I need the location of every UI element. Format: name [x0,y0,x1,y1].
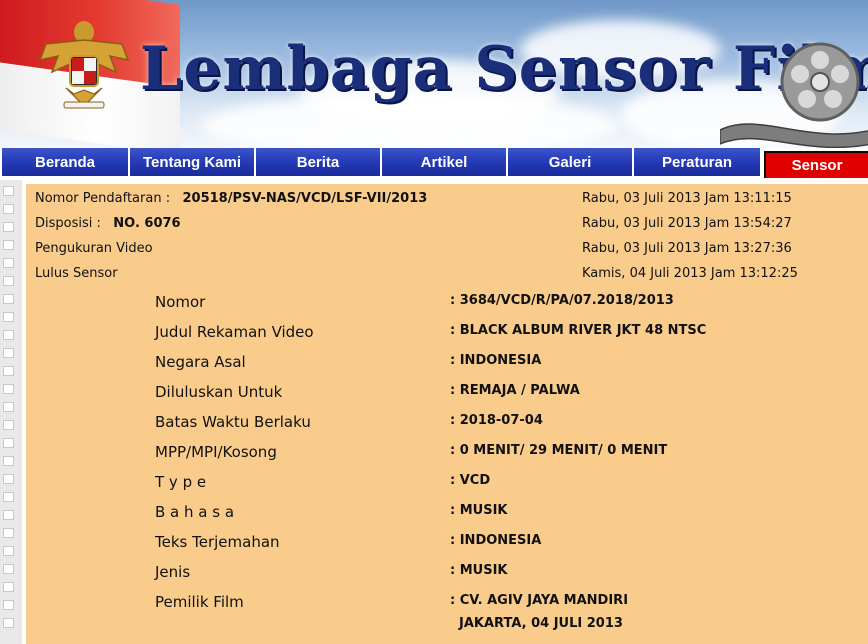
detail-label-pemilik: Pemilik Film [155,593,244,611]
registration-value: 20518/PSV-NAS/VCD/LSF-VII/2013 [182,191,428,206]
detail-value-nomor: : 3684/VCD/R/PA/07.2018/2013 [450,293,674,308]
detail-value-mpp: : 0 MENIT/ 29 MENIT/ 0 MENIT [450,443,668,458]
detail-value-type: : VCD [450,473,491,488]
detail-value-diluluskan: : REMAJA / PALWA [450,383,580,398]
detail-value-bahasa: : MUSIK [450,503,508,518]
detail-value-negara: : INDONESIA [450,353,542,368]
measurement-date: Rabu, 03 Juli 2013 Jam 13:27:36 [582,241,792,256]
disposition-date: Rabu, 03 Juli 2013 Jam 13:54:27 [582,216,792,231]
registration-date: Rabu, 03 Juli 2013 Jam 13:11:15 [582,191,792,206]
disposition-value: NO. 6076 [113,216,181,231]
detail-label-bahasa: B a h a s a [155,503,235,521]
measurement-label: Pengukuran Video [35,241,153,256]
left-film-strip [0,180,22,644]
detail-value-jenis: : MUSIK [450,563,508,578]
disposition-row: Disposisi : NO. 6076 [35,216,181,231]
nav-item-sensor[interactable]: Sensor [764,151,868,178]
nav-item-tentang-kami[interactable]: Tentang Kami [130,148,256,176]
detail-label-nomor: Nomor [155,293,206,311]
detail-value-judul: : BLACK ALBUM RIVER JKT 48 NTSC [450,323,707,338]
detail-label-teks: Teks Terjemahan [155,533,280,551]
registration-label: Nomor Pendaftaran : [35,191,171,206]
detail-label-negara: Negara Asal [155,353,246,371]
detail-label-type: T y p e [155,473,207,491]
disposition-label: Disposisi : [35,216,101,231]
detail-label-judul: Judul Rekaman Video [155,323,314,341]
passed-date: Kamis, 04 Juli 2013 Jam 13:12:25 [582,266,798,281]
detail-value-pemilik: : CV. AGIV JAYA MANDIRI [450,593,629,608]
footer-date-line: JAKARTA, 04 JULI 2013 [459,616,623,631]
garuda-emblem-icon [38,21,130,109]
detail-label-diluluskan: Diluluskan Untuk [155,383,283,401]
nav-item-peraturan[interactable]: Peraturan [634,148,762,176]
registration-row: Nomor Pendaftaran : 20518/PSV-NAS/VCD/LS… [35,191,427,206]
nav-item-berita[interactable]: Berita [256,148,382,176]
detail-value-batas-waktu: : 2018-07-04 [450,413,543,428]
nav-item-galeri[interactable]: Galeri [508,148,634,176]
detail-label-batas-waktu: Batas Waktu Berlaku [155,413,311,431]
main-nav: Beranda Tentang Kami Berita Artikel Gale… [0,148,868,178]
detail-label-jenis: Jenis [155,563,191,581]
passed-label: Lulus Sensor [35,266,118,281]
film-reel-icon [720,42,868,148]
detail-label-mpp: MPP/MPI/Kosong [155,443,277,461]
nav-item-artikel[interactable]: Artikel [382,148,508,176]
detail-value-teks: : INDONESIA [450,533,542,548]
header-banner: Lembaga Sensor Film [0,0,868,148]
nav-item-beranda[interactable]: Beranda [2,148,130,176]
